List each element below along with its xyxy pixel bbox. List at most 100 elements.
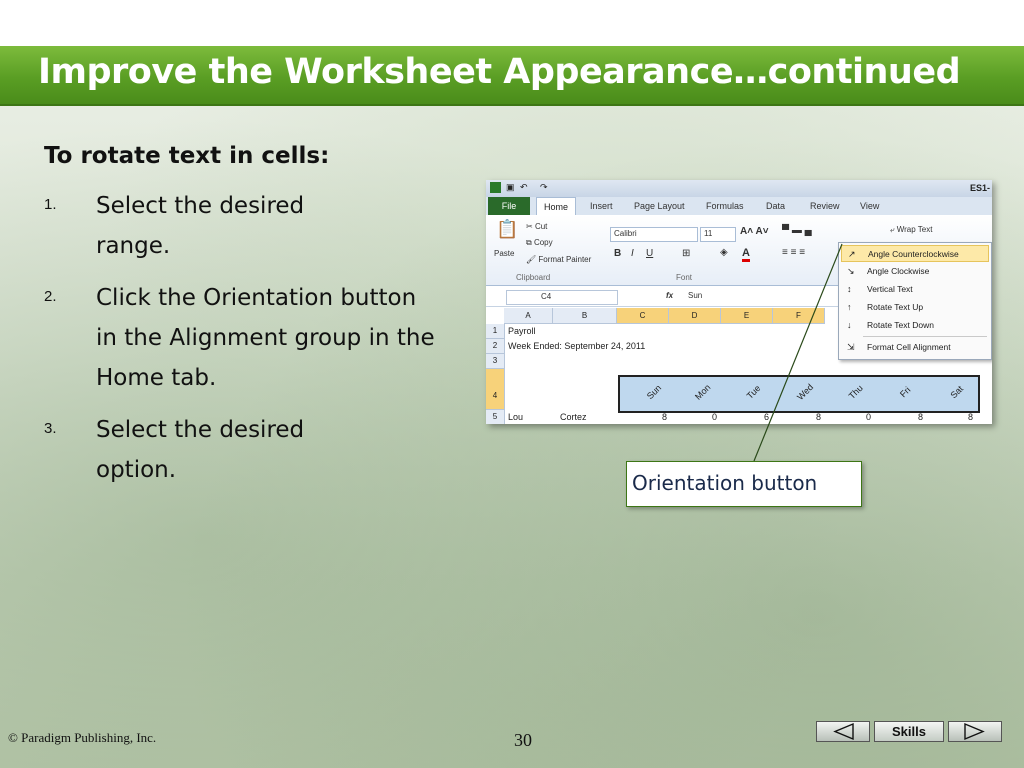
name-box-value: C4 (541, 292, 552, 301)
day-cell[interactable]: Wed (795, 382, 815, 402)
rotate-down-icon: ↓ (847, 320, 852, 330)
next-button[interactable] (948, 721, 1002, 742)
day-cell[interactable]: Sun (645, 383, 663, 401)
cell-b5[interactable]: Cortez (560, 412, 587, 422)
menu-item-rotate-down[interactable]: ↓ Rotate Text Down (841, 317, 989, 334)
tab-home[interactable]: Home (536, 197, 576, 216)
menu-item-label: Rotate Text Down (867, 320, 934, 330)
wrap-text-button[interactable]: ⤶ Wrap Text (890, 225, 932, 235)
align-left-icon[interactable]: ≡ ≡ ≡ (782, 247, 805, 258)
callout-label: Orientation button (632, 471, 818, 495)
font-size-value: 11 (704, 229, 713, 238)
row-header-3[interactable]: 3 (486, 354, 505, 369)
excel-screenshot: ▣ ↶ ↷ ES1- Insert Page Layout Formulas D… (486, 180, 992, 424)
top-margin (0, 0, 1024, 46)
row-header-1[interactable]: 1 (486, 324, 505, 339)
menu-item-label: Angle Counterclockwise (868, 249, 959, 259)
row5-value[interactable]: 6 (764, 412, 769, 422)
previous-button[interactable] (816, 721, 870, 742)
underline-button[interactable]: U (646, 248, 653, 259)
angle-ccw-icon: ↗ (848, 249, 856, 259)
menu-item-label: Format Cell Alignment (867, 342, 951, 352)
wrap-text-label: Wrap Text (896, 225, 933, 234)
step-number: 2. (44, 288, 57, 305)
step-number: 3. (44, 420, 57, 437)
left-arrow-icon (833, 722, 854, 741)
row5-value[interactable]: 8 (662, 412, 667, 422)
skills-button[interactable]: Skills (874, 721, 944, 742)
row5-value[interactable]: 8 (968, 412, 973, 422)
title-banner: Improve the Worksheet Appearance…continu… (0, 46, 1024, 106)
day-cell[interactable]: Mon (693, 382, 712, 401)
italic-button[interactable]: I (631, 248, 634, 259)
row5-value[interactable]: 8 (816, 412, 821, 422)
tab-review[interactable]: Review (810, 201, 840, 211)
right-arrow-icon (964, 722, 985, 741)
copy-button[interactable]: ⧉ Copy (526, 238, 553, 248)
cut-button[interactable]: ✂ Cut (526, 222, 547, 231)
row-header-5[interactable]: 5 (486, 410, 505, 424)
day-cell[interactable]: Thu (847, 383, 865, 401)
step-2: 2. Click the Orientation button in the A… (44, 278, 444, 398)
menu-item-format-cell-alignment[interactable]: ⇲ Format Cell Alignment (841, 339, 989, 356)
format-alignment-icon: ⇲ (847, 342, 855, 352)
subheading: To rotate text in cells: (44, 143, 330, 169)
tab-data[interactable]: Data (766, 201, 785, 211)
column-header-f[interactable]: F (773, 308, 825, 324)
menu-item-angle-clockwise[interactable]: ↘ Angle Clockwise (841, 263, 989, 280)
undo-icon[interactable]: ↶ (520, 182, 528, 193)
row-header-2[interactable]: 2 (486, 339, 505, 354)
cell-a5[interactable]: Lou (508, 412, 523, 422)
borders-icon[interactable]: ⊞ (682, 248, 690, 259)
tab-view[interactable]: View (860, 201, 879, 211)
tab-formulas[interactable]: Formulas (706, 201, 744, 211)
font-name-box[interactable]: Calibri (610, 227, 698, 242)
grow-font-icon[interactable]: A˄ A˅ (740, 226, 769, 237)
day-cell[interactable]: Tue (745, 383, 763, 401)
selected-range-row4[interactable]: Sun Mon Tue Wed Thu Fri Sat (618, 375, 980, 413)
step-text: Select the desired option. (96, 417, 305, 483)
menu-item-label: Rotate Text Up (867, 302, 924, 312)
font-color-icon[interactable]: A (742, 247, 750, 262)
cell-a1[interactable]: Payroll (508, 326, 536, 336)
redo-icon[interactable]: ↷ (540, 182, 548, 193)
fx-icon[interactable]: fx (666, 291, 673, 300)
rotate-up-icon: ↑ (847, 302, 852, 312)
row5-value[interactable]: 8 (918, 412, 923, 422)
day-cell[interactable]: Sat (948, 384, 965, 401)
column-header-a[interactable]: A (504, 308, 553, 324)
tab-page-layout[interactable]: Page Layout (634, 201, 685, 211)
tab-file[interactable]: File (488, 197, 530, 215)
clipboard-group-label: Clipboard (516, 273, 551, 282)
menu-item-vertical-text[interactable]: ↕ Vertical Text (841, 281, 989, 298)
font-size-box[interactable]: 11 (700, 227, 736, 242)
name-box[interactable]: C4 (506, 290, 618, 305)
cut-icon: ✂ (526, 222, 535, 231)
column-header-c[interactable]: C (617, 308, 669, 324)
row5-value[interactable]: 0 (866, 412, 871, 422)
column-header-b[interactable]: B (553, 308, 617, 324)
column-header-e[interactable]: E (721, 308, 773, 324)
row-header-4[interactable]: 4 (486, 369, 505, 410)
paste-button[interactable]: Paste (494, 249, 514, 258)
save-icon[interactable]: ▣ (506, 182, 515, 193)
tab-insert[interactable]: Insert (590, 201, 613, 211)
step-1: 1. Select the desired range. (44, 186, 444, 266)
align-top-icon[interactable]: ▀ ▬ ▄ (782, 225, 812, 236)
menu-item-rotate-up[interactable]: ↑ Rotate Text Up (841, 299, 989, 316)
formula-input[interactable]: Sun (688, 291, 702, 300)
fill-color-icon[interactable]: ◈ (720, 247, 728, 258)
format-painter-button[interactable]: 🖌 Format Painter (526, 255, 591, 264)
row5-value[interactable]: 0 (712, 412, 717, 422)
bold-button[interactable]: B (614, 248, 621, 259)
wrap-text-icon: ⤶ (890, 225, 897, 234)
step-text: Select the desired range. (96, 193, 305, 259)
menu-divider (863, 336, 987, 337)
vertical-text-icon: ↕ (847, 284, 852, 294)
column-header-d[interactable]: D (669, 308, 721, 324)
cell-a2[interactable]: Week Ended: September 24, 2011 (508, 341, 645, 351)
paste-icon[interactable]: 📋 (496, 219, 518, 240)
step-number: 1. (44, 196, 57, 213)
day-cell[interactable]: Fri (898, 385, 912, 399)
menu-item-angle-counterclockwise[interactable]: ↗ Angle Counterclockwise (841, 245, 989, 262)
